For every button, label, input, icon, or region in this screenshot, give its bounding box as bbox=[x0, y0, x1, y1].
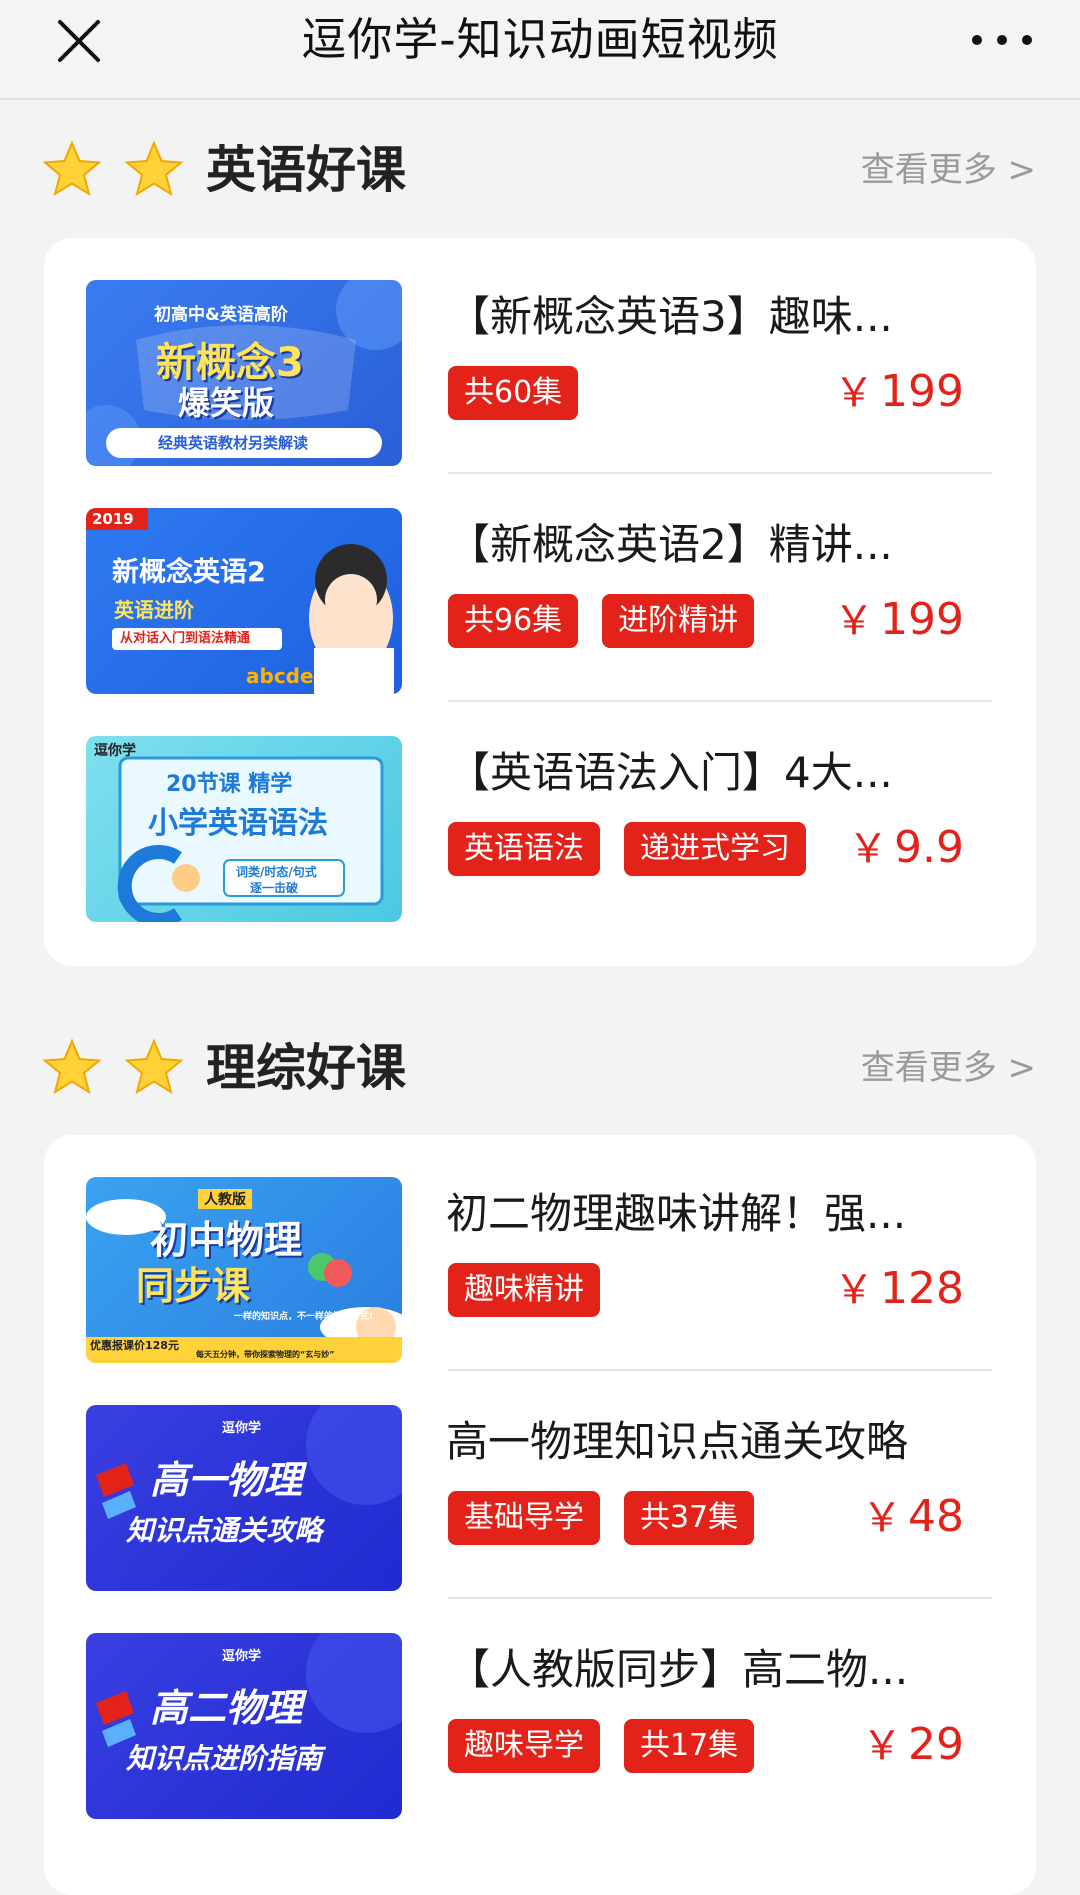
thumbnail-main-text: 20节课 精学 bbox=[166, 772, 293, 797]
course-title[interactable]: 【新概念英语2】精讲... bbox=[448, 516, 1008, 574]
course-thumbnail[interactable]: 人教版 初中物理 同步课 一样的知识点，不一样的授课方式! 优惠报课价128元 … bbox=[86, 1177, 402, 1363]
see-more-link[interactable]: 查看更多 > bbox=[861, 1046, 1036, 1090]
thumbnail-sub-text: 小学英语语法 bbox=[148, 806, 328, 841]
course-item[interactable]: 人教版 初中物理 同步课 一样的知识点，不一样的授课方式! 优惠报课价128元 … bbox=[44, 1135, 1036, 1371]
star-icon bbox=[124, 1038, 184, 1095]
tag-list: 趣味导学 共17集 bbox=[448, 1719, 755, 1773]
tag-list: 共96集 进阶精讲 bbox=[448, 594, 755, 648]
currency-symbol: ￥ bbox=[848, 826, 889, 872]
thumbnail-sub-text: 知识点进阶指南 bbox=[126, 1742, 323, 1775]
course-thumbnail[interactable]: 逗你学 高一物理 知识点通关攻略 bbox=[86, 1405, 402, 1591]
price-value: 199 bbox=[880, 594, 964, 645]
price-value: 9.9 bbox=[894, 822, 964, 873]
course-price: ￥ 29 bbox=[862, 1715, 964, 1776]
course-price: ￥ 199 bbox=[834, 362, 964, 423]
thumbnail-logo: 逗你学 bbox=[222, 1649, 262, 1664]
price-value: 29 bbox=[908, 1719, 964, 1770]
thumbnail-main-text: 高一物理 bbox=[150, 1458, 303, 1502]
section-header-english: 英语好课 查看更多 > bbox=[0, 130, 1080, 210]
course-thumbnail[interactable]: 2019 新概念英语2 英语进阶 从对话入门到语法精通 abcde bbox=[86, 508, 402, 694]
thumbnail-sub-text: 同步课 bbox=[136, 1264, 251, 1308]
course-price: ￥ 9.9 bbox=[848, 818, 964, 879]
course-tag: 共96集 bbox=[448, 594, 579, 648]
course-tag: 递进式学习 bbox=[624, 822, 806, 876]
top-bar: 逗你学-知识动画短视频 bbox=[0, 0, 1080, 100]
currency-symbol: ￥ bbox=[862, 1723, 902, 1769]
thumbnail-bottom-text: 词类/时态/句式 bbox=[236, 865, 317, 879]
course-price: ￥ 199 bbox=[834, 590, 964, 651]
see-more-link[interactable]: 查看更多 > bbox=[861, 148, 1036, 192]
course-tag: 英语语法 bbox=[448, 822, 600, 876]
course-tag: 共17集 bbox=[624, 1719, 755, 1773]
course-tag: 共37集 bbox=[624, 1491, 755, 1545]
star-icon bbox=[42, 140, 102, 197]
currency-symbol: ￥ bbox=[834, 1267, 875, 1313]
page-title: 逗你学-知识动画短视频 bbox=[301, 13, 779, 66]
course-card-english: 初高中&英语高阶 新概念3 爆笑版 经典英语教材另类解读 【新概念英语3】趣味.… bbox=[44, 238, 1036, 966]
star-icon bbox=[42, 1038, 102, 1095]
course-tag: 基础导学 bbox=[448, 1491, 600, 1545]
course-tag: 趣味精讲 bbox=[448, 1263, 600, 1317]
thumbnail-bottom-text: 从对话入门到语法精通 bbox=[120, 631, 251, 646]
currency-symbol: ￥ bbox=[834, 598, 875, 644]
course-title[interactable]: 初二物理趣味讲解！强... bbox=[446, 1185, 1006, 1243]
section-title: 英语好课 bbox=[206, 141, 406, 199]
course-price: ￥ 128 bbox=[834, 1259, 964, 1320]
more-dot-icon bbox=[1022, 35, 1032, 45]
thumbnail-badge: 2019 bbox=[92, 510, 134, 528]
course-thumbnail[interactable]: 逗你学 20节课 精学 小学英语语法 词类/时态/句式 逐一击破 bbox=[86, 736, 402, 922]
thumbnail-bottom-text: 逐一击破 bbox=[250, 881, 299, 895]
currency-symbol: ￥ bbox=[834, 370, 875, 416]
course-tag: 趣味导学 bbox=[448, 1719, 600, 1773]
course-item[interactable]: 初高中&英语高阶 新概念3 爆笑版 经典英语教材另类解读 【新概念英语3】趣味.… bbox=[44, 238, 1036, 474]
star-icon bbox=[124, 140, 184, 197]
price-value: 128 bbox=[880, 1263, 964, 1314]
course-title[interactable]: 【人教版同步】高二物... bbox=[448, 1641, 1008, 1699]
course-card-science: 人教版 初中物理 同步课 一样的知识点，不一样的授课方式! 优惠报课价128元 … bbox=[44, 1135, 1036, 1895]
thumbnail-sub-text: 知识点通关攻略 bbox=[126, 1514, 323, 1547]
thumbnail-logo: 逗你学 bbox=[94, 743, 136, 759]
thumbnail-main-text: 高二物理 bbox=[150, 1686, 303, 1730]
thumbnail-badge: 人教版 bbox=[198, 1189, 252, 1209]
section-header-science: 理综好课 查看更多 > bbox=[0, 1028, 1080, 1108]
course-thumbnail[interactable]: 逗你学 高二物理 知识点进阶指南 bbox=[86, 1633, 402, 1819]
thumbnail-letters: abcde bbox=[246, 664, 314, 688]
course-tag: 共60集 bbox=[448, 366, 579, 420]
course-price: ￥ 48 bbox=[862, 1487, 964, 1548]
thumbnail-sub-text: 英语进阶 bbox=[114, 598, 194, 622]
thumbnail-bottom-text: 经典英语教材另类解读 bbox=[158, 434, 309, 452]
course-tag: 进阶精讲 bbox=[602, 594, 755, 648]
currency-symbol: ￥ bbox=[862, 1495, 902, 1541]
tag-list: 基础导学 共37集 bbox=[448, 1491, 755, 1545]
course-title[interactable]: 【新概念英语3】趣味... bbox=[448, 288, 1008, 346]
tag-list: 共60集 bbox=[448, 366, 579, 420]
tag-list: 趣味精讲 bbox=[448, 1263, 600, 1317]
thumbnail-top-text: 初高中&英语高阶 bbox=[154, 305, 288, 325]
more-dot-icon bbox=[997, 35, 1007, 45]
course-title[interactable]: 【英语语法入门】4大... bbox=[448, 744, 1008, 802]
thumbnail-slogan: 一样的知识点，不一样的授课方式! bbox=[234, 1312, 374, 1322]
thumbnail-main-text: 新概念英语2 bbox=[112, 557, 266, 588]
thumbnail-logo: 逗你学 bbox=[222, 1421, 262, 1436]
course-title[interactable]: 高一物理知识点通关攻略 bbox=[446, 1413, 1006, 1471]
section-title: 理综好课 bbox=[206, 1039, 406, 1097]
thumbnail-sub-text: 爆笑版 bbox=[178, 384, 275, 422]
thumbnail-bottom-text: 优惠报课价128元 bbox=[90, 1339, 179, 1352]
course-item[interactable]: 逗你学 20节课 精学 小学英语语法 词类/时态/句式 逐一击破 【英语语法入门… bbox=[44, 694, 1036, 922]
price-value: 48 bbox=[908, 1491, 964, 1542]
more-dot-icon bbox=[972, 35, 982, 45]
thumbnail-bottom-text: 每天五分钟，带你探索物理的“玄与妙” bbox=[196, 1350, 335, 1359]
course-item[interactable]: 逗你学 高一物理 知识点通关攻略 高一物理知识点通关攻略 基础导学 共37集 ￥… bbox=[44, 1363, 1036, 1599]
course-thumbnail[interactable]: 初高中&英语高阶 新概念3 爆笑版 经典英语教材另类解读 bbox=[86, 280, 402, 466]
course-item[interactable]: 逗你学 高二物理 知识点进阶指南 【人教版同步】高二物... 趣味导学 共17集… bbox=[44, 1591, 1036, 1819]
course-item[interactable]: 2019 新概念英语2 英语进阶 从对话入门到语法精通 abcde 【新概念英语… bbox=[44, 466, 1036, 702]
tag-list: 英语语法 递进式学习 bbox=[448, 822, 806, 876]
price-value: 199 bbox=[880, 366, 964, 417]
more-options-button[interactable] bbox=[972, 22, 1032, 58]
